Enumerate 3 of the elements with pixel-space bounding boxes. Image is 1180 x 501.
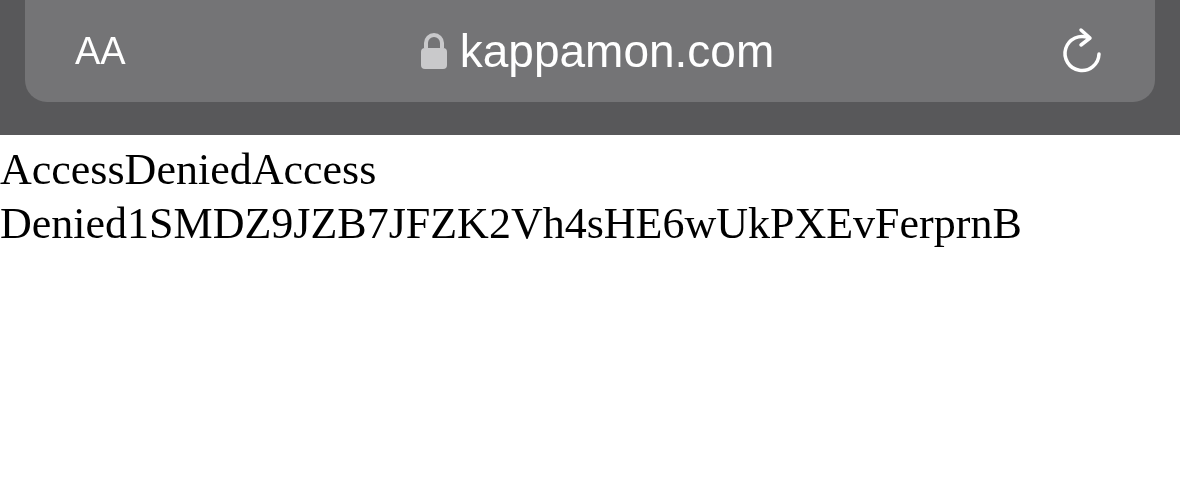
text-size-button[interactable]: AA xyxy=(75,32,155,70)
error-message: AccessDeniedAccess Denied1SMDZ9JZB7JFZK2Vh4sHE6wUkPXEvFerprnB xyxy=(0,144,1023,250)
address-bar[interactable]: AA kappamon.com xyxy=(25,0,1155,102)
